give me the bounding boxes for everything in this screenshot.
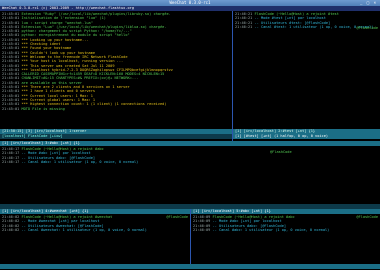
nick-item[interactable]: @FlashCode [270,150,292,154]
chat-lines: 21:46:02 FlashCode (~Hello@Host) a rejoi… [0,214,190,232]
message-text: -- Canal #abc: 1 utilisateur (1 op, 0 vo… [210,227,330,232]
nick-item[interactable]: @FlashCode [166,215,188,219]
message-text: MOTD File is missing [19,106,65,111]
bottom-status-bar [0,264,380,269]
timestamp: 21:46:17 [2,159,20,164]
timestamp: 21:46:02 [2,227,20,232]
nicklist: @FlashCode [356,26,378,30]
chat-line: 21:46:17 -- Canal #abc: 1 utilisateur (1… [0,160,380,164]
pane-test: 21:46:21 FlashCode (~Hello@Host) a rejoi… [233,11,380,129]
chat-line: 21:45:01 MOTD File is missing [0,107,232,111]
nicklist: @FlashCode [270,150,292,154]
chat-lines: 21:45:01 Extension "Ruby" (/usr/local/li… [0,11,232,111]
nick-item[interactable]: @FlashCode [356,215,378,219]
nicklist: @FlashCode [166,215,188,219]
topic-bar-test: [1] [#test] [+nt] (1 halfop, 0 op, 0 voi… [233,134,380,139]
timestamp: 21:45:01 [2,106,20,111]
pane-abc-mid: 21:46:17 FlashCode (~Hello@Host) a rejoi… [0,146,380,204]
input-bar-server[interactable]: [localhost] FlashCode [+ixw] [0,134,232,139]
nicklist: @FlashCode [356,215,378,219]
chat-line: 21:46:09 -- Canal #abc: 1 utilisateur (1… [191,228,380,232]
pane-abc-bottom: 21:46:09 FlashCode (~Hello@Host) a rejoi… [191,214,380,264]
chat-line: 21:46:02 -- Canal #weechat: 1 utilisateu… [0,228,190,232]
pane-server: 21:45:01 Extension "Ruby" (/usr/local/li… [0,11,232,129]
timestamp: 21:46:21 [235,24,253,29]
message-text: -- Canal #test: 1 utilisateur (1 op, 0 v… [252,24,374,29]
status-text: [1] [irc/localhost] 3:#abc [+nt] {1} [2,141,80,145]
nick-item[interactable]: @FlashCode [356,26,378,30]
chat-lines: 21:46:17 FlashCode (~Hello@Host) a rejoi… [0,146,380,164]
window-title: WeeChat 0.3.0-rc1 [169,0,211,5]
chat-lines: 21:46:09 FlashCode (~Hello@Host) a rejoi… [191,214,380,232]
message-text: -- Canal #abc: 1 utilisateur (1 op, 0 vo… [19,159,139,164]
timestamp: 21:46:09 [193,227,211,232]
message-text: -- Canal #weechat: 1 utilisateur (1 op, … [19,227,147,232]
pane-weechat: 21:46:02 FlashCode (~Hello@Host) a rejoi… [0,214,190,264]
